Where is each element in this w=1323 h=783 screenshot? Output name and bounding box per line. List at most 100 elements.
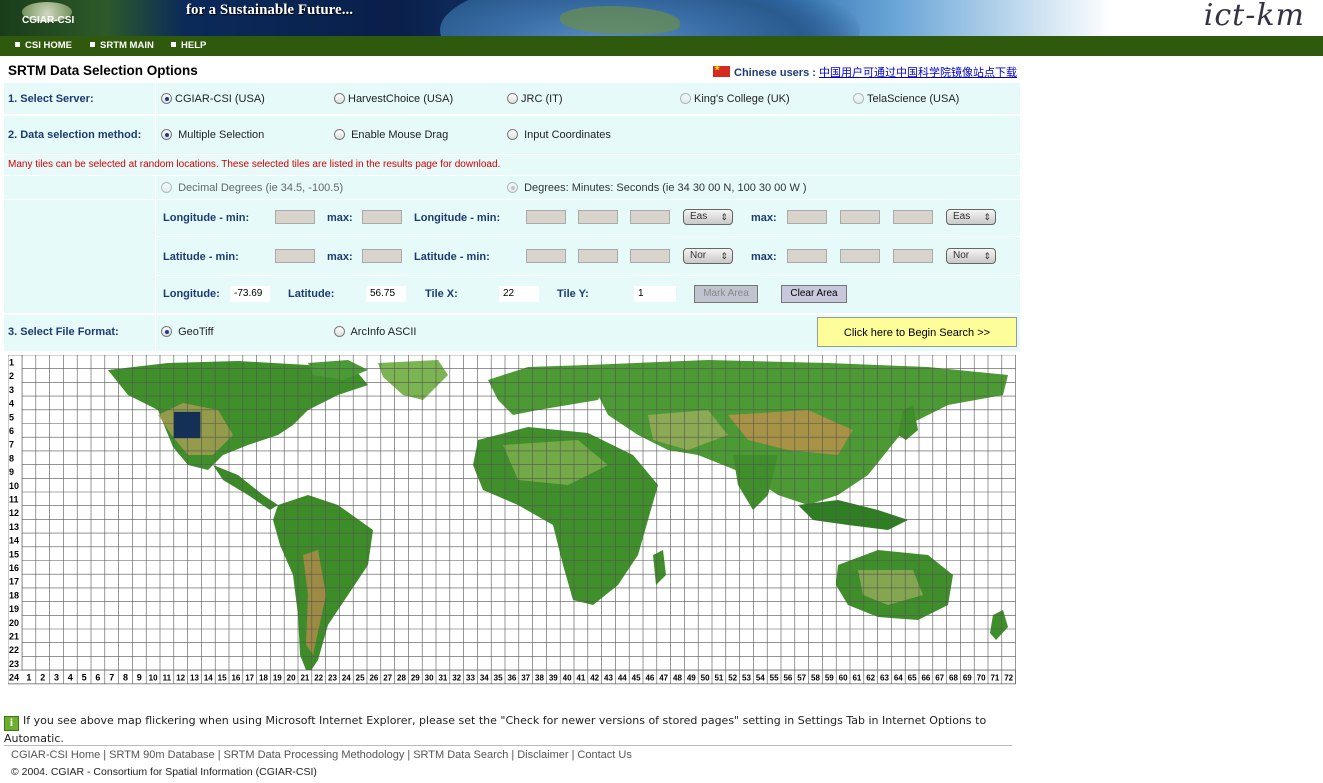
dms-lon-max-second-input[interactable] bbox=[893, 210, 933, 224]
dms-lat-max-second-input[interactable] bbox=[893, 249, 933, 263]
column-label: 47 bbox=[659, 674, 668, 683]
radio-icon[interactable] bbox=[853, 93, 864, 104]
tile-x-label: Tile X: bbox=[425, 288, 458, 300]
decimal-lat-max-label: max: bbox=[327, 251, 353, 263]
clear-area-button[interactable]: Clear Area bbox=[781, 285, 847, 303]
decimal-degrees-option[interactable]: Decimal Degrees (ie 34.5, -100.5) bbox=[161, 182, 343, 194]
latitude-readout-label: Latitude: bbox=[288, 288, 335, 300]
footer-links: CGIAR-CSI Home | SRTM 90m Database | SRTM Da… bbox=[11, 749, 632, 761]
footer-divider bbox=[4, 745, 1012, 746]
column-label: 39 bbox=[549, 674, 558, 683]
column-label: 6 bbox=[95, 673, 100, 683]
selected-tile[interactable] bbox=[173, 411, 201, 439]
dms-lat-max-deg-input[interactable] bbox=[787, 249, 827, 263]
server-option-label: TelaScience (USA) bbox=[867, 93, 960, 105]
column-label: 63 bbox=[880, 674, 889, 683]
dms-lat-max-direction-select[interactable]: Nor bbox=[946, 248, 996, 264]
radio-icon[interactable] bbox=[334, 93, 345, 104]
radio-icon[interactable] bbox=[507, 93, 518, 104]
format-option-geotiff[interactable]: GeoTiff bbox=[161, 326, 214, 338]
row-label: 24 bbox=[9, 673, 19, 683]
column-label: 25 bbox=[356, 674, 365, 683]
footer-link-contact[interactable]: Contact Us bbox=[577, 749, 631, 761]
column-label: 58 bbox=[811, 674, 820, 683]
footer-link-srtm-database[interactable]: SRTM 90m Database bbox=[109, 749, 215, 761]
row-label: 19 bbox=[9, 604, 19, 614]
radio-icon[interactable] bbox=[507, 129, 518, 140]
footer-link-data-search[interactable]: SRTM Data Search bbox=[413, 749, 508, 761]
latitude-readout: 56.75 bbox=[366, 286, 406, 302]
column-label: 9 bbox=[137, 673, 142, 683]
method-option-multiple[interactable]: Multiple Selection bbox=[161, 129, 264, 141]
ie-info-notice: i If you see above map flickering when us… bbox=[4, 713, 1020, 746]
nav-help[interactable]: HELP bbox=[171, 40, 206, 51]
decimal-lon-min-input[interactable] bbox=[275, 210, 315, 224]
radio-icon[interactable] bbox=[680, 93, 691, 104]
column-label: 66 bbox=[921, 674, 930, 683]
method-option-input-coords[interactable]: Input Coordinates bbox=[507, 129, 611, 141]
footer-link-methodology[interactable]: SRTM Data Processing Methodology bbox=[224, 749, 405, 761]
dms-lon-min-direction-select[interactable]: Eas bbox=[683, 209, 733, 225]
server-option-harvestchoice[interactable]: HarvestChoice (USA) bbox=[334, 93, 453, 105]
server-option-telascience[interactable]: TelaScience (USA) bbox=[853, 93, 959, 105]
format-option-label: GeoTiff bbox=[178, 326, 214, 338]
column-label: 36 bbox=[507, 674, 516, 683]
server-option-jrc[interactable]: JRC (IT) bbox=[507, 93, 563, 105]
column-label: 10 bbox=[149, 674, 158, 683]
dms-lat-min-minute-input[interactable] bbox=[578, 249, 618, 263]
dms-option[interactable]: Degrees: Minutes: Seconds (ie 34 30 00 N… bbox=[507, 182, 807, 194]
nav-csi-home[interactable]: CSI HOME bbox=[15, 40, 72, 51]
dms-lon-max-minute-input[interactable] bbox=[840, 210, 880, 224]
radio-icon[interactable] bbox=[334, 326, 345, 337]
column-label: 17 bbox=[245, 674, 254, 683]
dms-lat-max-minute-input[interactable] bbox=[840, 249, 880, 263]
dms-lat-min-second-input[interactable] bbox=[630, 249, 670, 263]
dms-lon-min-second-input[interactable] bbox=[630, 210, 670, 224]
row-label: 23 bbox=[9, 659, 19, 669]
server-option-kings[interactable]: King's College (UK) bbox=[680, 93, 790, 105]
radio-icon[interactable] bbox=[161, 93, 172, 104]
column-label: 59 bbox=[825, 674, 834, 683]
format-label: 3. Select File Format: bbox=[8, 326, 119, 338]
footer-link-home[interactable]: CGIAR-CSI Home bbox=[11, 749, 100, 761]
radio-icon[interactable] bbox=[161, 326, 172, 337]
selection-message: Many tiles can be selected at random loc… bbox=[8, 159, 501, 170]
header-banner: CGIAR-CSI for a Sustainable Future... ic… bbox=[0, 0, 1323, 36]
radio-icon[interactable] bbox=[161, 129, 172, 140]
longitude-readout: -73.69 bbox=[230, 286, 270, 302]
decimal-lat-min-input[interactable] bbox=[275, 249, 315, 263]
chinese-mirror-link[interactable]: 中国用户可通过中国科学院镜像站点下载 bbox=[819, 67, 1017, 79]
row-label: 10 bbox=[9, 481, 19, 491]
format-option-arcinfo[interactable]: ArcInfo ASCII bbox=[334, 326, 416, 338]
selected-tiles bbox=[173, 411, 201, 439]
method-option-mouse-drag[interactable]: Enable Mouse Drag bbox=[334, 129, 448, 141]
dms-lat-min-deg-input[interactable] bbox=[526, 249, 566, 263]
radio-icon[interactable] bbox=[334, 129, 345, 140]
ie-info-text: If you see above map flickering when usi… bbox=[4, 714, 987, 745]
column-label: 48 bbox=[673, 674, 682, 683]
column-label: 51 bbox=[714, 674, 723, 683]
decimal-lat-max-input[interactable] bbox=[362, 249, 402, 263]
radio-icon[interactable] bbox=[507, 182, 518, 193]
dms-lon-min-minute-input[interactable] bbox=[578, 210, 618, 224]
column-label: 11 bbox=[163, 674, 172, 683]
radio-icon[interactable] bbox=[161, 182, 172, 193]
decimal-lon-max-input[interactable] bbox=[362, 210, 402, 224]
column-label: 69 bbox=[963, 674, 972, 683]
footer-link-disclaimer[interactable]: Disclaimer bbox=[517, 749, 568, 761]
column-label: 68 bbox=[949, 674, 958, 683]
dms-lon-max-direction-select[interactable]: Eas bbox=[946, 209, 996, 225]
decimal-lat-min-label: Latitude - min: bbox=[163, 251, 239, 263]
dms-lon-max-label: max: bbox=[751, 212, 777, 224]
mark-area-button[interactable]: Mark Area bbox=[694, 285, 758, 303]
dms-lon-max-deg-input[interactable] bbox=[787, 210, 827, 224]
dms-lat-min-direction-select[interactable]: Nor bbox=[683, 248, 733, 264]
server-option-cgiar[interactable]: CGIAR-CSI (USA) bbox=[161, 93, 265, 105]
tile-map[interactable]: 1234567891011121314151617181920212223 24… bbox=[8, 355, 1020, 688]
nav-srtm-main[interactable]: SRTM MAIN bbox=[90, 40, 154, 51]
dms-lon-min-deg-input[interactable] bbox=[526, 210, 566, 224]
format-option-label: ArcInfo ASCII bbox=[350, 326, 417, 338]
server-option-label: King's College (UK) bbox=[694, 93, 790, 105]
begin-search-button[interactable]: Click here to Begin Search >> bbox=[817, 317, 1017, 347]
column-label: 19 bbox=[273, 674, 282, 683]
